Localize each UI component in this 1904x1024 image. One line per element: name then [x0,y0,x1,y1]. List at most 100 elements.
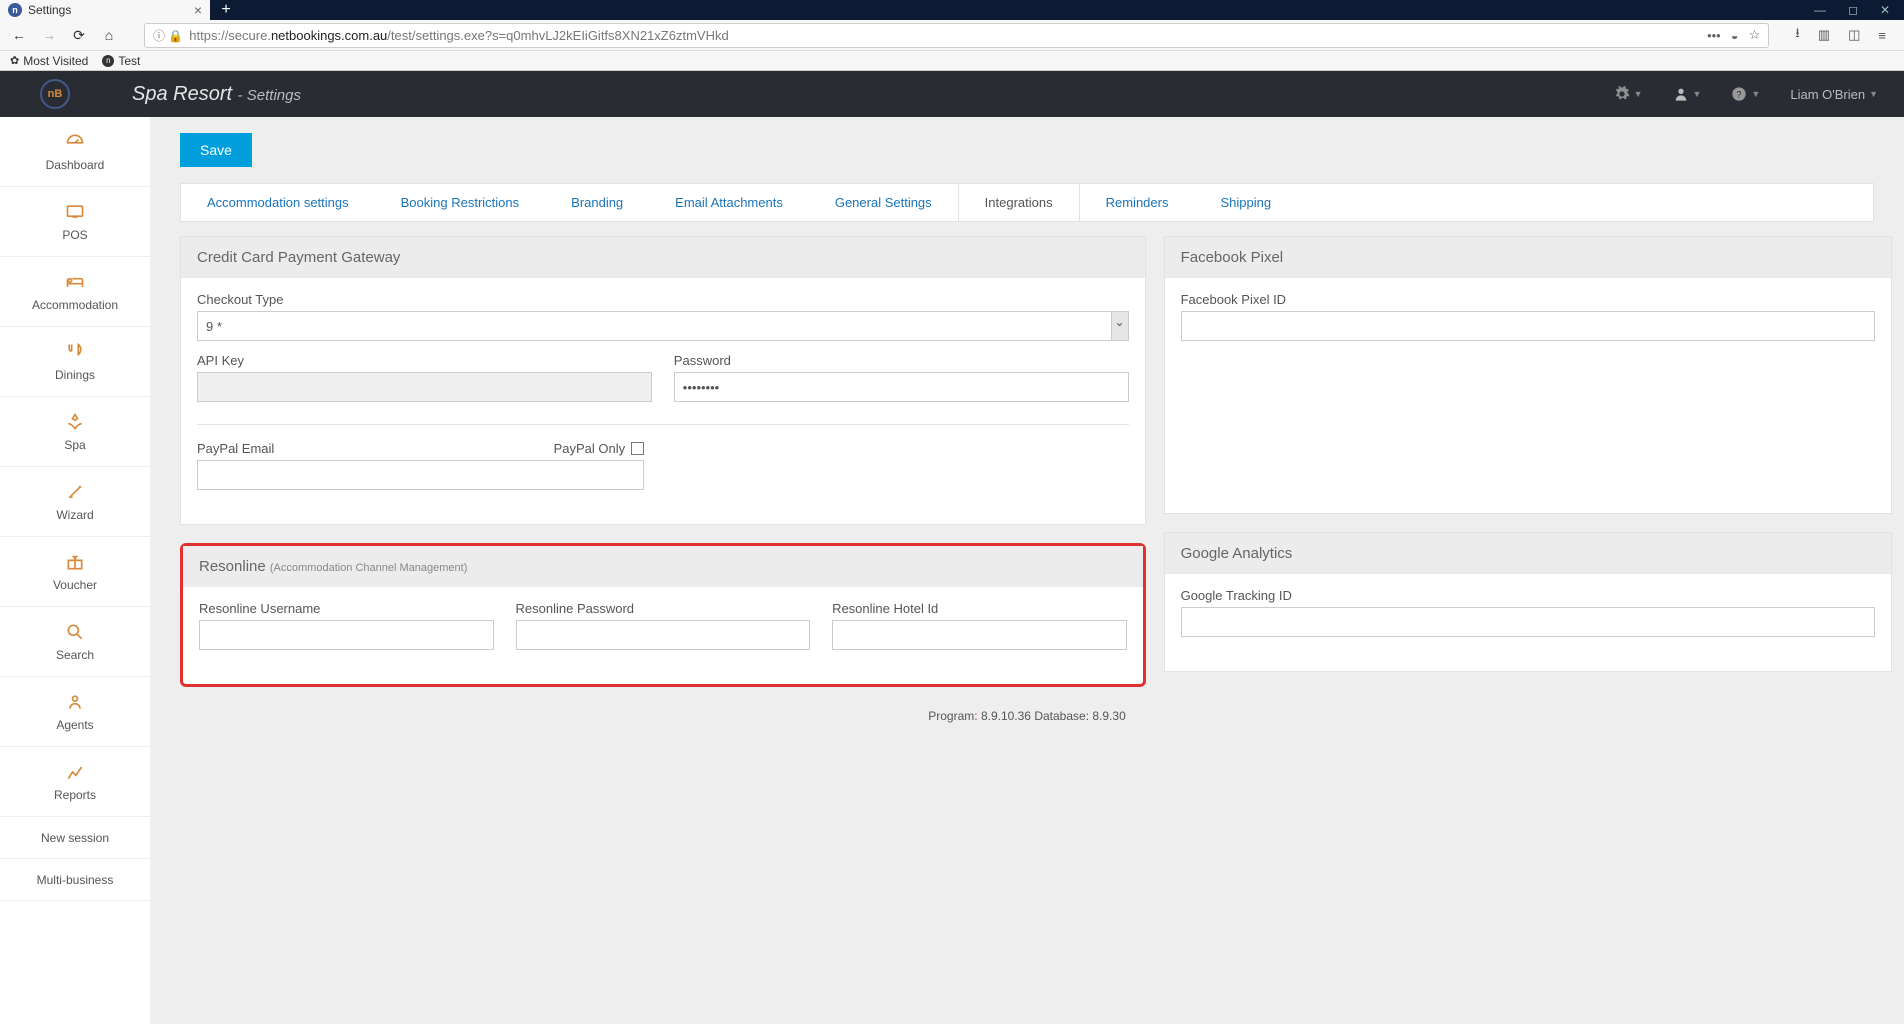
window-controls: — ◻ ✕ [1800,0,1904,20]
sidebar-item-spa[interactable]: Spa [0,397,150,467]
close-tab-icon[interactable]: × [194,2,202,18]
search-icon [65,622,85,642]
gift-icon [65,552,85,572]
gear-icon: ✿ [10,54,19,67]
paypal-only-label: PayPal Only [554,441,626,456]
sidebar-item-voucher[interactable]: Voucher [0,537,150,607]
url-bar[interactable]: ⓘ 🔒 https://secure.netbookings.com.au/te… [144,23,1769,48]
reload-icon[interactable]: ⟳ [70,27,88,44]
maximize-icon[interactable]: ◻ [1848,3,1858,17]
save-button[interactable]: Save [180,133,252,167]
gauge-icon [65,132,85,152]
tab-general-settings[interactable]: General Settings [809,184,958,221]
sidebar-item-pos[interactable]: POS [0,187,150,257]
user-name: Liam O'Brien [1790,87,1865,102]
tab-branding[interactable]: Branding [545,184,649,221]
sidebar-item-wizard[interactable]: Wizard [0,467,150,537]
home-icon[interactable]: ⌂ [100,27,118,43]
dining-icon [65,342,85,362]
help-menu[interactable]: ? ▼ [1731,86,1760,102]
paypal-only-checkbox[interactable] [631,442,644,455]
close-window-icon[interactable]: ✕ [1880,3,1890,17]
tab-booking-restrictions[interactable]: Booking Restrictions [375,184,546,221]
pocket-icon[interactable]: ◒ [1731,28,1739,43]
resonline-password-input[interactable] [516,620,811,650]
browser-tab[interactable]: n Settings × [0,0,210,20]
browser-titlebar: n Settings × + — ◻ ✕ [0,0,1904,20]
resonline-hotelid-input[interactable] [832,620,1127,650]
password-label: Password [674,353,1129,368]
bookmark-star-icon[interactable]: ☆ [1749,27,1761,43]
tab-integrations[interactable]: Integrations [958,184,1080,221]
password-input[interactable] [674,372,1129,402]
panel-payment-gateway: Credit Card Payment Gateway Checkout Typ… [180,236,1146,525]
resonline-password-label: Resonline Password [516,601,811,616]
page-title: Spa Resort - Settings [132,83,301,106]
library-icon[interactable]: ▥ [1818,27,1830,43]
panel-title: Credit Card Payment Gateway [181,237,1145,278]
tab-shipping[interactable]: Shipping [1194,184,1297,221]
chevron-down-icon: ▼ [1693,89,1702,99]
svg-text:?: ? [1737,89,1742,99]
tab-accommodation-settings[interactable]: Accommodation settings [181,184,375,221]
sidebar-item-reports[interactable]: Reports [0,747,150,817]
panel-title: Google Analytics [1165,533,1891,574]
panel-facebook-pixel: Facebook Pixel Facebook Pixel ID [1164,236,1892,514]
bookmark-favicon: n [102,55,114,67]
sidebar-item-agents[interactable]: Agents [0,677,150,747]
url-path: /test/settings.exe?s=q0mhvLJ2kEIiGitfs8X… [387,28,728,43]
new-tab-button[interactable]: + [210,0,242,20]
url-domain: netbookings.com.au [271,28,387,43]
sidebar-item-accommodation[interactable]: Accommodation [0,257,150,327]
app-logo[interactable]: nB [40,79,70,109]
ga-id-label: Google Tracking ID [1181,588,1875,603]
sidebar-item-multi-business[interactable]: Multi-business [0,859,150,901]
chevron-down-icon: ▼ [1751,89,1760,99]
sidebar-icon[interactable]: ◫ [1848,27,1860,43]
bookmark-most-visited[interactable]: ✿Most Visited [10,54,88,68]
tab-reminders[interactable]: Reminders [1080,184,1195,221]
sidebar-item-dashboard[interactable]: Dashboard [0,117,150,187]
user-name-menu[interactable]: Liam O'Brien ▼ [1790,87,1878,102]
settings-menu[interactable]: ▼ [1614,86,1643,102]
resonline-username-input[interactable] [199,620,494,650]
sidebar-item-new-session[interactable]: New session [0,817,150,859]
resonline-hotelid-label: Resonline Hotel Id [832,601,1127,616]
panel-google-analytics: Google Analytics Google Tracking ID [1164,532,1892,672]
sidebar-item-dinings[interactable]: Dinings [0,327,150,397]
gear-icon [1614,86,1630,102]
back-icon[interactable]: ← [10,27,28,43]
bookmarks-bar: ✿Most Visited nTest [0,51,1904,71]
checkout-type-label: Checkout Type [197,292,1129,307]
paypal-email-label: PayPal Email [197,441,274,456]
site-info-icon[interactable]: ⓘ 🔒 [153,27,183,44]
url-prefix: https://secure. [189,28,271,43]
bookmark-test[interactable]: nTest [102,54,140,68]
checkout-type-select[interactable]: 9 * [197,311,1129,341]
tab-email-attachments[interactable]: Email Attachments [649,184,809,221]
api-key-input[interactable] [197,372,652,402]
ga-id-input[interactable] [1181,607,1875,637]
sidebar-item-search[interactable]: Search [0,607,150,677]
wand-icon [65,482,85,502]
user-icon [1673,86,1689,102]
api-key-label: API Key [197,353,652,368]
user-menu[interactable]: ▼ [1673,86,1702,102]
downloads-icon[interactable]: ⭳ [1795,24,1800,46]
chevron-down-icon: ▼ [1869,89,1878,99]
fbpixel-id-input[interactable] [1181,311,1875,341]
help-icon: ? [1731,86,1747,102]
paypal-email-input[interactable] [197,460,644,490]
page-actions-icon[interactable]: ••• [1707,28,1721,43]
tab-favicon: n [8,3,22,17]
chevron-down-icon: ▼ [1634,89,1643,99]
forward-icon[interactable]: → [40,27,58,43]
app-header: nB Spa Resort - Settings ▼ ▼ ? ▼ Liam O'… [0,71,1904,117]
chart-icon [65,762,85,782]
browser-menu-icon[interactable]: ≡ [1878,28,1886,43]
sidebar: Dashboard POS Accommodation Dinings Spa … [0,117,150,1024]
minimize-icon[interactable]: — [1814,3,1826,17]
spa-icon [65,412,85,432]
settings-tabs: Accommodation settings Booking Restricti… [180,183,1874,222]
browser-toolbar: ← → ⟳ ⌂ ⓘ 🔒 https://secure.netbookings.c… [0,20,1904,51]
